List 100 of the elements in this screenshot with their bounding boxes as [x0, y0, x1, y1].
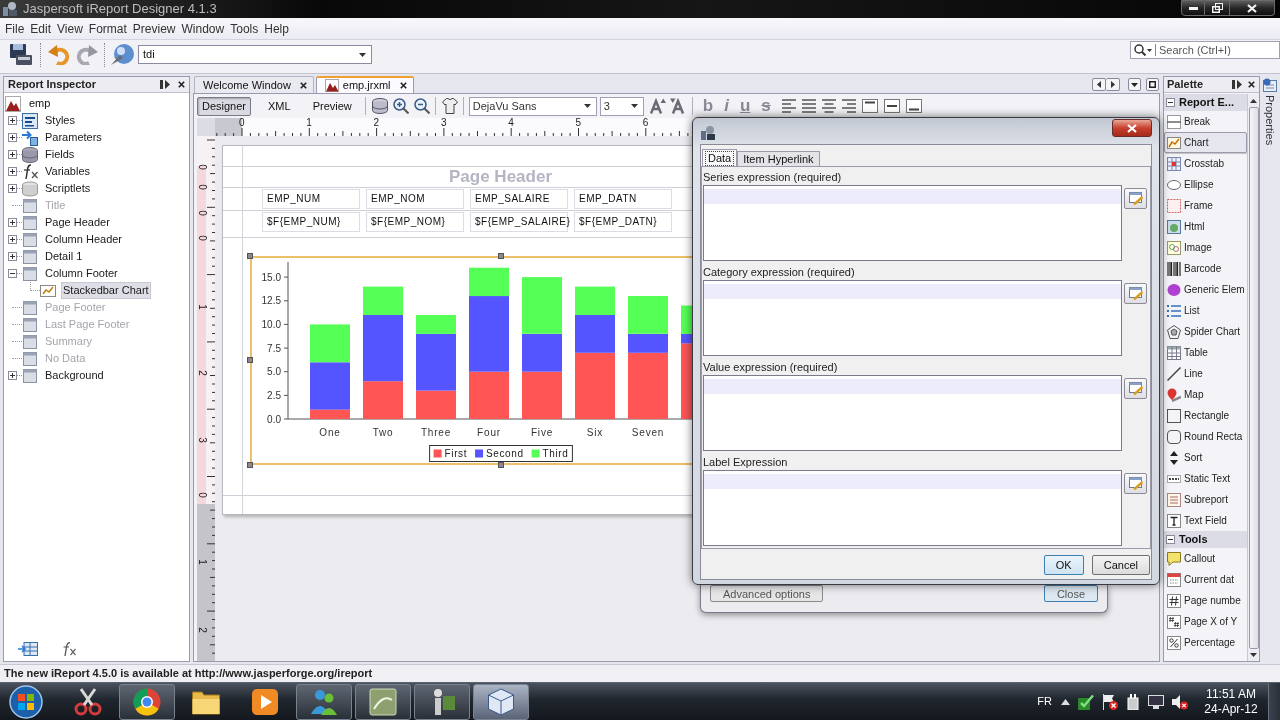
scroll-down-icon[interactable]	[1250, 653, 1257, 657]
expression-editor-button[interactable]	[1124, 378, 1147, 399]
minimize-button[interactable]	[1181, 0, 1205, 16]
undo-icon[interactable]	[48, 43, 70, 65]
resize-handle[interactable]	[247, 462, 253, 468]
resize-handle[interactable]	[247, 357, 253, 363]
palette-section-header[interactable]: Tools	[1164, 531, 1247, 548]
palette-item[interactable]: Round Recta	[1164, 426, 1247, 447]
minimize-panel-icon[interactable]	[1232, 80, 1242, 89]
palette-item[interactable]: Spider Chart	[1164, 321, 1247, 342]
tree-item[interactable]: Column Header	[43, 231, 125, 248]
flag-icon[interactable]	[1102, 693, 1118, 710]
taskbar-button[interactable]	[414, 683, 470, 720]
view-tab[interactable]: XML	[263, 96, 296, 116]
align-right-icon[interactable]	[841, 99, 856, 113]
resize-handle[interactable]	[498, 253, 504, 259]
close-icon[interactable]	[299, 81, 307, 89]
palette-item[interactable]: Current dat	[1164, 569, 1247, 590]
properties-tab[interactable]: Properties	[1263, 78, 1277, 146]
plug-icon[interactable]	[1126, 693, 1140, 710]
palette-item[interactable]: Frame	[1164, 195, 1247, 216]
resize-handle[interactable]	[247, 253, 253, 259]
tree-item[interactable]: Page Header	[43, 214, 112, 231]
tree-item[interactable]: Variables	[43, 163, 93, 180]
minimize-panel-icon[interactable]	[160, 80, 170, 89]
documents-menu-button[interactable]	[1128, 78, 1141, 91]
expression-editor-button[interactable]	[1124, 283, 1147, 304]
expand-icon[interactable]	[8, 167, 17, 176]
chevron-up-icon[interactable]	[1061, 698, 1070, 705]
justify-icon[interactable]	[801, 99, 816, 113]
tree-item[interactable]: Column Footer	[43, 265, 120, 282]
expression-field[interactable]	[703, 280, 1122, 356]
view-tab[interactable]: Preview	[307, 96, 357, 116]
redo-icon[interactable]	[76, 43, 98, 65]
palette-item[interactable]: Html	[1164, 216, 1247, 237]
expression-field[interactable]	[703, 470, 1122, 546]
taskbar-button[interactable]	[296, 683, 352, 720]
palette-item[interactable]: Barcode	[1164, 258, 1247, 279]
dialog-button[interactable]: Close	[1043, 585, 1098, 602]
palette-item[interactable]: Generic Elem	[1164, 279, 1247, 300]
check-icon[interactable]	[1078, 693, 1094, 710]
view-tab[interactable]: Designer	[197, 96, 252, 116]
maximize-editor-button[interactable]	[1146, 78, 1159, 91]
palette-item[interactable]: Line	[1164, 363, 1247, 384]
align-top-icon[interactable]	[861, 99, 878, 113]
menu-item[interactable]: Window	[178, 20, 228, 37]
dialog-button[interactable]: Cancel	[1091, 555, 1150, 575]
tree-item[interactable]: Styles	[43, 112, 77, 129]
palette-item[interactable]: Static Text	[1164, 468, 1247, 489]
expression-field[interactable]	[703, 185, 1122, 261]
scrollbar-thumb[interactable]	[1248, 107, 1259, 649]
expand-icon[interactable]	[8, 150, 17, 159]
menu-item[interactable]: Format	[85, 20, 130, 37]
palette-item[interactable]: Ellipse	[1164, 174, 1247, 195]
dropdown[interactable]: tdi	[138, 45, 372, 64]
menu-item[interactable]: File	[2, 20, 28, 37]
palette-item[interactable]: Table	[1164, 342, 1247, 363]
menu-item[interactable]: Preview	[129, 20, 179, 37]
palette-item[interactable]: Callout	[1164, 548, 1247, 569]
text-size-up-icon[interactable]	[649, 98, 666, 114]
save-icon[interactable]	[10, 43, 32, 65]
function-icon[interactable]	[62, 642, 76, 656]
show-desktop-button[interactable]	[1268, 683, 1280, 720]
palette-item[interactable]: Crosstab	[1164, 153, 1247, 174]
expression-field[interactable]	[703, 375, 1122, 451]
speaker-muted-icon[interactable]	[1172, 693, 1188, 710]
shirt-icon[interactable]	[441, 98, 458, 114]
close-button[interactable]	[1230, 0, 1275, 16]
expand-icon[interactable]	[8, 252, 17, 261]
palette-item[interactable]: Subreport	[1164, 489, 1247, 510]
zoom-out-icon[interactable]	[413, 98, 430, 114]
resize-handle[interactable]	[498, 462, 504, 468]
tree-item[interactable]: Stackedbar Chart	[61, 282, 151, 299]
close-icon[interactable]	[399, 82, 407, 89]
tree-item[interactable]: Detail 1	[43, 248, 85, 265]
expression-editor-button[interactable]	[1124, 473, 1147, 494]
align-middle-icon[interactable]	[883, 99, 900, 113]
tab[interactable]: emp.jrxml	[315, 76, 414, 93]
tree-item[interactable]: Parameters	[43, 129, 104, 146]
taskbar-button[interactable]	[473, 683, 529, 720]
tab[interactable]: Data	[702, 149, 738, 166]
palette-item[interactable]: Page X of Y	[1164, 611, 1247, 632]
sphere-icon[interactable]	[111, 43, 135, 65]
tab[interactable]: Item Hyperlink	[737, 151, 820, 166]
scroll-up-icon[interactable]	[1250, 99, 1257, 103]
monitor-icon[interactable]	[1148, 694, 1164, 709]
start-button[interactable]	[6, 683, 46, 720]
expand-icon[interactable]	[8, 184, 17, 193]
collapse-icon[interactable]	[8, 269, 17, 278]
font-dropdown[interactable]: DejaVu Sans	[468, 96, 597, 116]
palette-section-header[interactable]: Report E...	[1164, 94, 1247, 111]
zoom-in-icon[interactable]	[392, 98, 409, 114]
scroll-left-button[interactable]	[1092, 78, 1106, 91]
expand-icon[interactable]	[8, 116, 17, 125]
close-icon[interactable]	[1248, 81, 1255, 88]
tree-item[interactable]: Background	[43, 367, 106, 384]
database-icon[interactable]	[371, 98, 388, 114]
menu-item[interactable]: Help	[261, 20, 292, 37]
clock[interactable]: 11:51 AM 24-Apr-12	[1200, 686, 1262, 717]
palette-item[interactable]: List	[1164, 300, 1247, 321]
